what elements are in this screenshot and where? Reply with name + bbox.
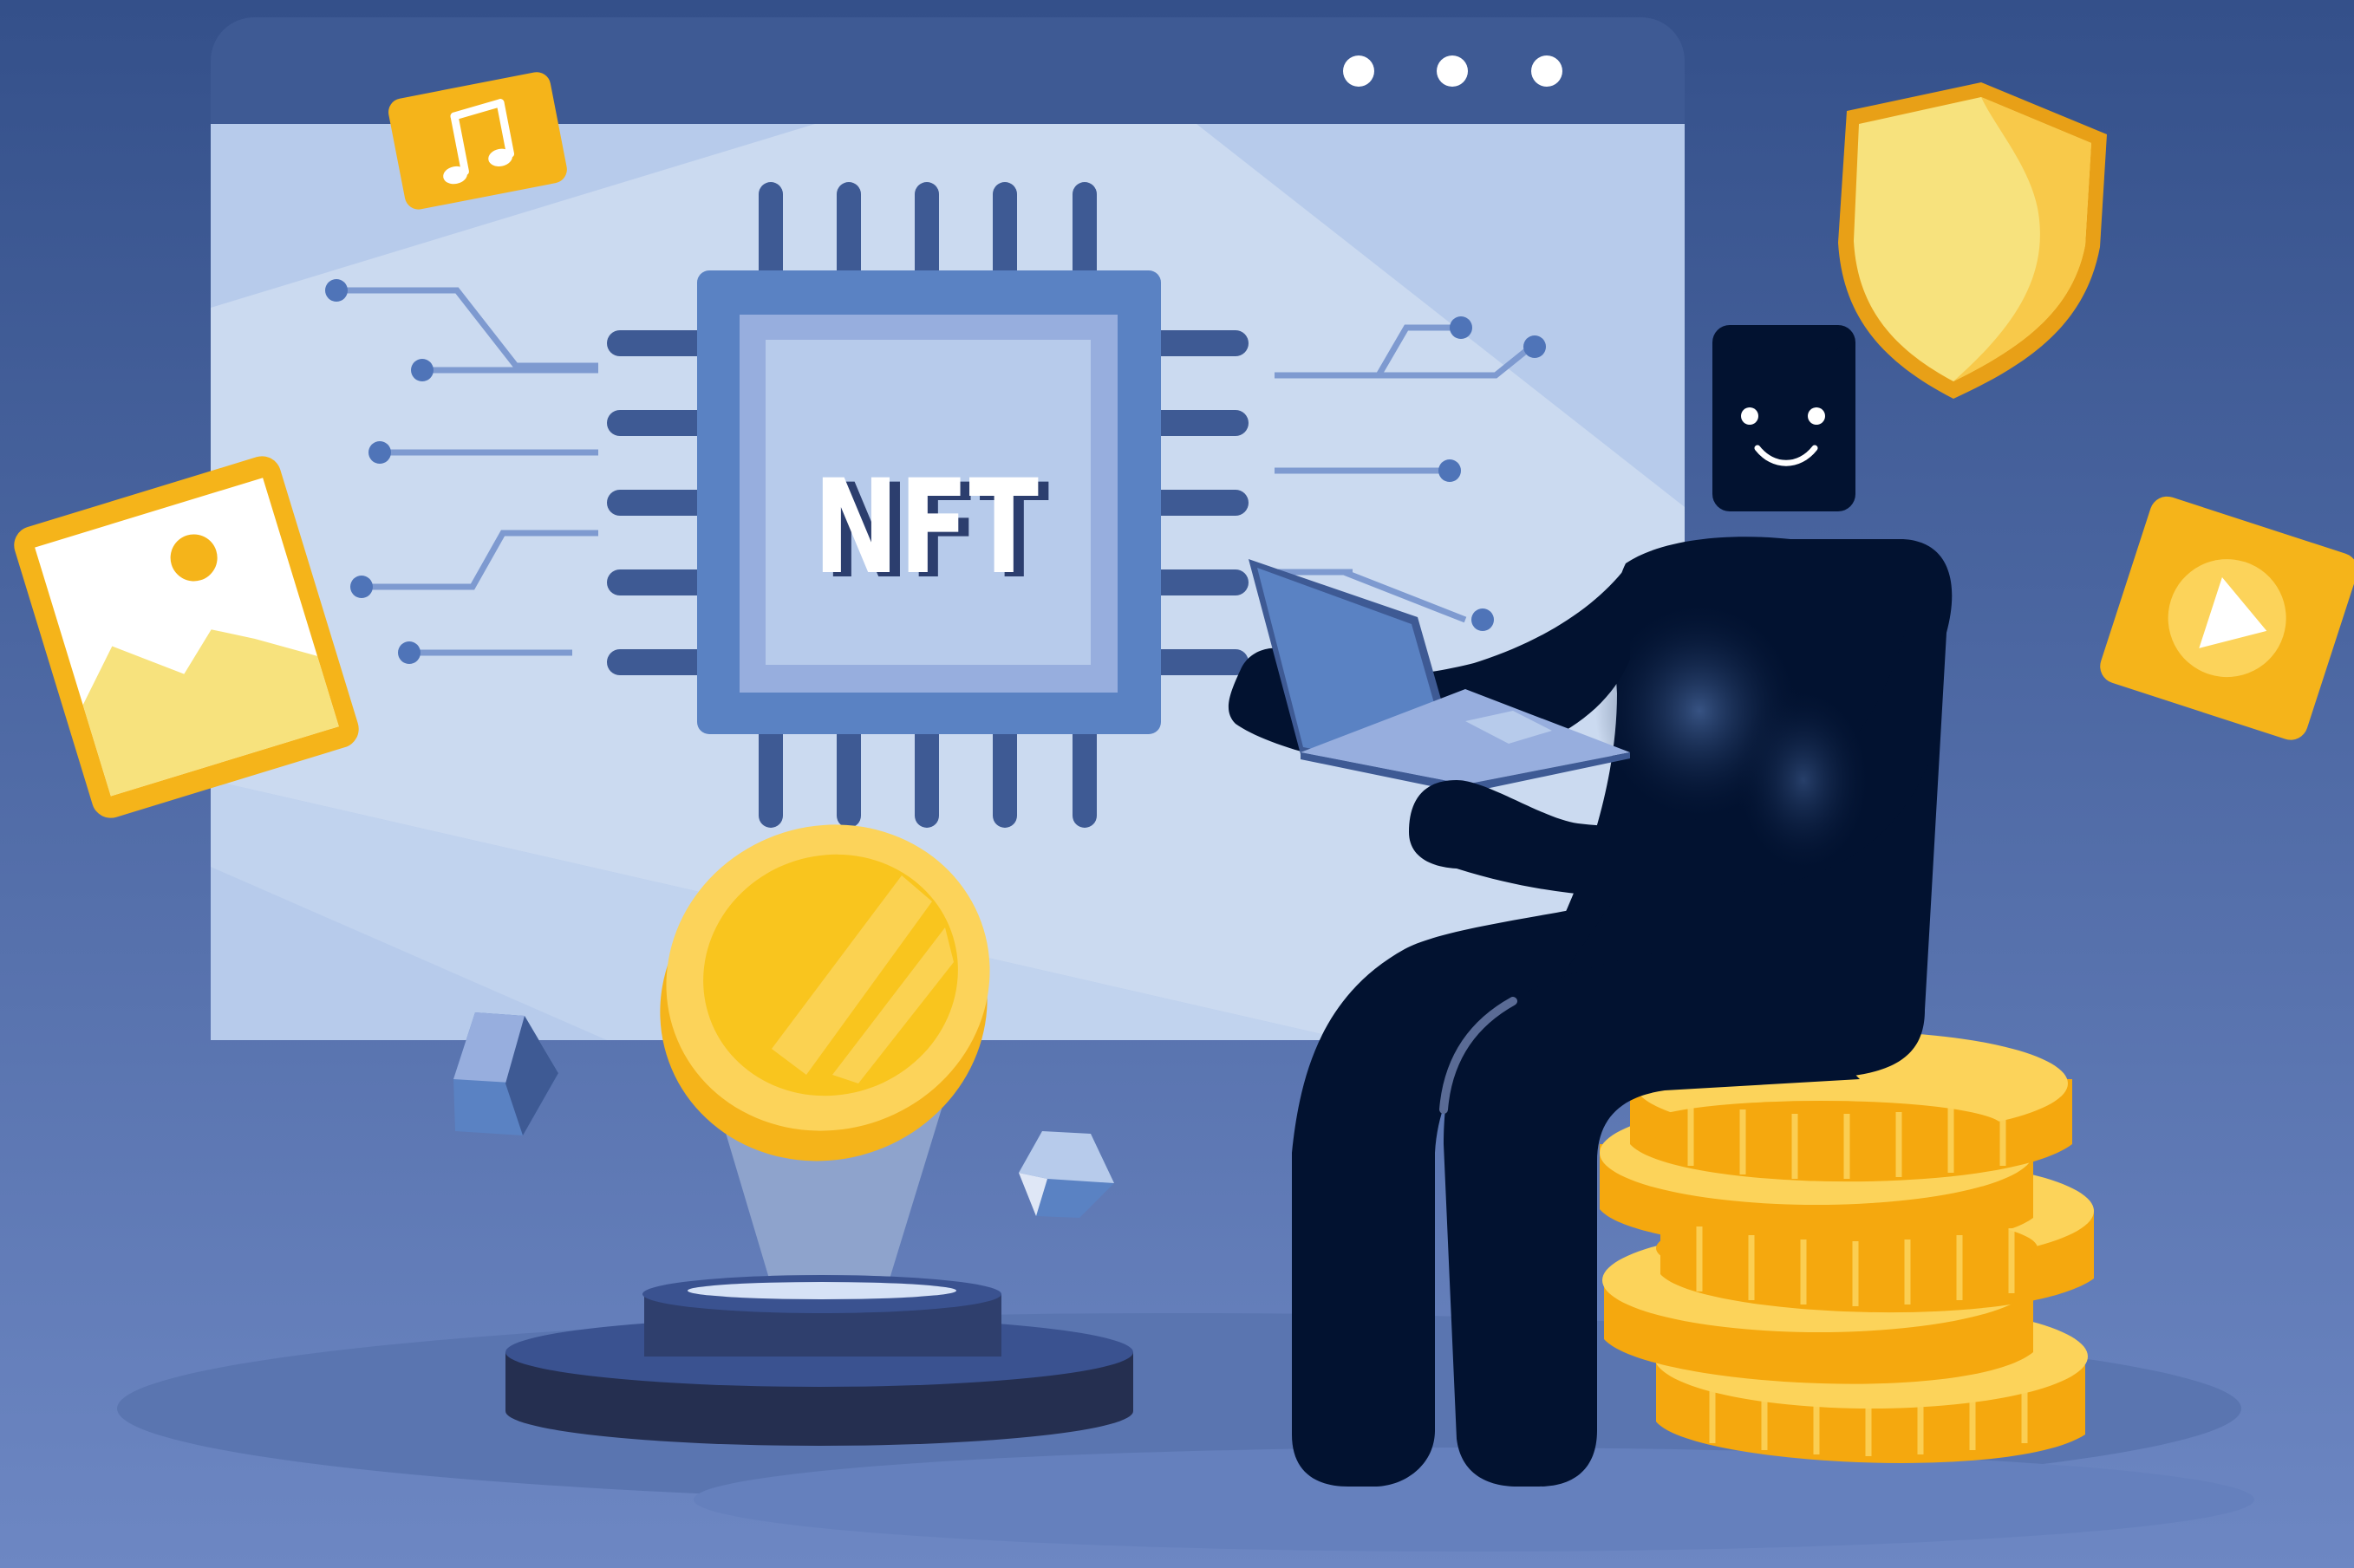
nft-chip: NFT NFT bbox=[697, 270, 1161, 734]
coin-stack bbox=[1600, 1031, 2094, 1463]
chip-label: NFT bbox=[813, 452, 1039, 603]
figure-eye bbox=[1741, 407, 1758, 425]
window-dot bbox=[1343, 55, 1374, 87]
figure-eye bbox=[1808, 407, 1825, 425]
window-dot bbox=[1437, 55, 1468, 87]
window-dot bbox=[1531, 55, 1562, 87]
figure-head bbox=[1712, 325, 1855, 511]
nft-illustration: NFT NFT bbox=[0, 0, 2354, 1568]
